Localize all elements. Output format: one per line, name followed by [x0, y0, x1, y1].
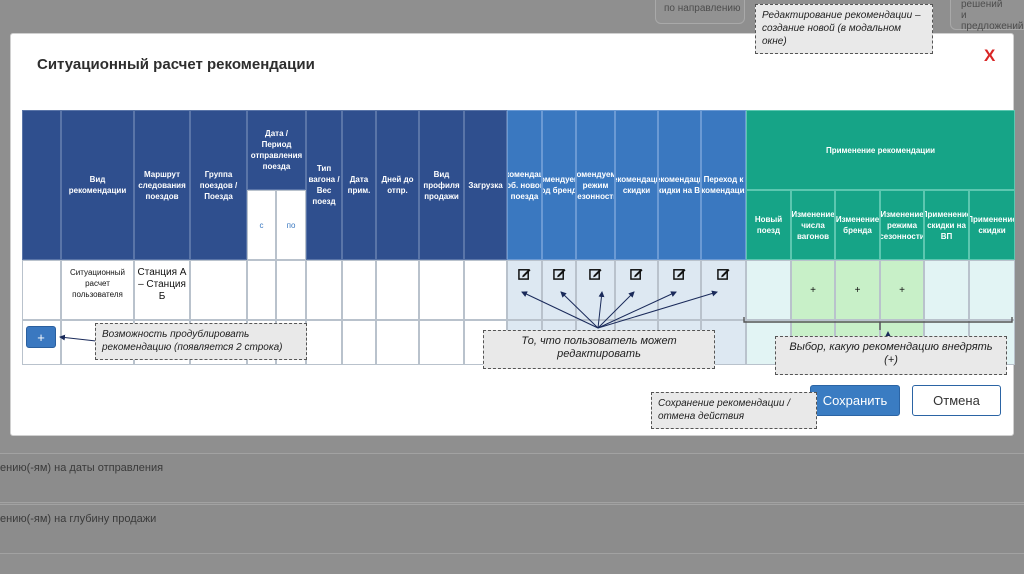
- header-date: Дата / Период отправления поезда: [247, 110, 306, 190]
- header-rec-vp: Рекомендация скидки на ВП: [658, 110, 701, 260]
- header-apply-count: Изменение числа вагонов: [791, 190, 835, 260]
- row-rec-new-cell[interactable]: [507, 260, 542, 320]
- background-decisions-line2: и предложений: [961, 10, 1024, 32]
- header-apply-group: Применение рекомендации: [746, 110, 1015, 190]
- callout-duplicate: Возможность продублировать рекомендацию …: [95, 323, 307, 360]
- row-load: [464, 260, 507, 320]
- modal-title: Ситуационный расчет рекомендации: [37, 56, 315, 73]
- header-apply-new-train: Новый поезд: [746, 190, 791, 260]
- callout-choose: Выбор, какую рекомендацию внедрять (+): [775, 336, 1007, 375]
- row2-profile: [419, 320, 464, 365]
- row-date-prim: [342, 260, 376, 320]
- plus-marker: +: [899, 284, 905, 296]
- row-rec-discount-cell[interactable]: [615, 260, 658, 320]
- background-decisions-line1: решений: [961, 0, 1003, 10]
- row2-days: [376, 320, 419, 365]
- header-type: Вид рекомендации: [61, 110, 134, 260]
- plus-marker: +: [854, 284, 861, 296]
- background-row-dates-label: ению(-ям) на даты отправления: [0, 462, 164, 474]
- save-button[interactable]: Сохранить: [810, 385, 900, 416]
- row-transition-cell[interactable]: [701, 260, 746, 320]
- header-empty: [22, 110, 61, 260]
- row-apply-discount[interactable]: [969, 260, 1015, 320]
- header-apply-brand: Изменение бренда: [835, 190, 880, 260]
- row-rec-season-cell[interactable]: [576, 260, 615, 320]
- row-rec-brand-cell[interactable]: [542, 260, 576, 320]
- header-transition: Переход к рекомендациям: [701, 110, 746, 260]
- header-load: Загрузка: [464, 110, 507, 260]
- row2-date-prim: [342, 320, 376, 365]
- row-date-from: [247, 260, 276, 320]
- callout-editable: То, что пользователь может редактировать: [483, 330, 715, 369]
- background-direction-box: по направлению: [655, 0, 745, 24]
- header-date-prim: Дата прим.: [342, 110, 376, 260]
- callout-edit-new: Редактирование рекомендации – создание н…: [755, 4, 933, 54]
- row-date-to: [276, 260, 306, 320]
- row-apply-season[interactable]: +: [880, 260, 924, 320]
- header-profile: Вид профиля продажи: [419, 110, 464, 260]
- header-rec-discount: Рекомендация скидки: [615, 110, 658, 260]
- header-route: Маршрут следования поездов: [134, 110, 190, 260]
- row-wagon: [306, 260, 342, 320]
- edit-icon[interactable]: [673, 267, 686, 280]
- background-direction-label: по направлению: [664, 3, 741, 14]
- row-group: [190, 260, 247, 320]
- row-days: [376, 260, 419, 320]
- header-rec-brand: Рекомендуемый код бренда: [542, 110, 576, 260]
- row-profile: [419, 260, 464, 320]
- edit-icon[interactable]: [589, 267, 602, 280]
- callout-save: Сохранение рекомендации / отмена действи…: [651, 392, 817, 429]
- row-apply-brand[interactable]: +: [835, 260, 880, 320]
- row-route: Станция А – Станция Б: [134, 260, 190, 320]
- edit-icon[interactable]: [630, 267, 643, 280]
- background-row-depth: ению(-ям) на глубину продажи: [0, 504, 1024, 554]
- row-empty: [22, 260, 61, 320]
- add-row-button[interactable]: +: [26, 326, 56, 348]
- header-rec-season: Рекомендуемый режим сезонности: [576, 110, 615, 260]
- row-apply-new-train[interactable]: [746, 260, 791, 320]
- row-rec-vp-cell[interactable]: [658, 260, 701, 320]
- row-apply-count[interactable]: +: [791, 260, 835, 320]
- edit-icon[interactable]: [518, 267, 531, 280]
- edit-icon[interactable]: [717, 267, 730, 280]
- row-type: Ситуационный расчет пользователя: [61, 260, 134, 320]
- close-button[interactable]: X: [984, 46, 995, 66]
- header-date-to: по: [276, 190, 306, 260]
- header-group: Группа поездов / Поезда: [190, 110, 247, 260]
- header-apply-season: Изменение режима сезонности: [880, 190, 924, 260]
- header-days: Дней до отпр.: [376, 110, 419, 260]
- edit-icon[interactable]: [552, 267, 566, 280]
- header-rec-new: Рекомендация доб. нового поезда: [507, 110, 542, 260]
- header-wagon: Тип вагона / Вес поезд: [306, 110, 342, 260]
- header-date-from: с: [247, 190, 276, 260]
- plus-marker: +: [810, 284, 816, 296]
- row2-wagon: [306, 320, 342, 365]
- cancel-button[interactable]: Отмена: [912, 385, 1001, 416]
- background-row-dates: ению(-ям) на даты отправления: [0, 453, 1024, 503]
- background-decisions-box: решений и предложений: [950, 0, 1024, 32]
- header-apply-discount: Применение скидки: [969, 190, 1015, 260]
- background-row-depth-label: ению(-ям) на глубину продажи: [0, 513, 157, 525]
- header-apply-vp: Применение скидки на ВП: [924, 190, 969, 260]
- row-apply-vp[interactable]: [924, 260, 969, 320]
